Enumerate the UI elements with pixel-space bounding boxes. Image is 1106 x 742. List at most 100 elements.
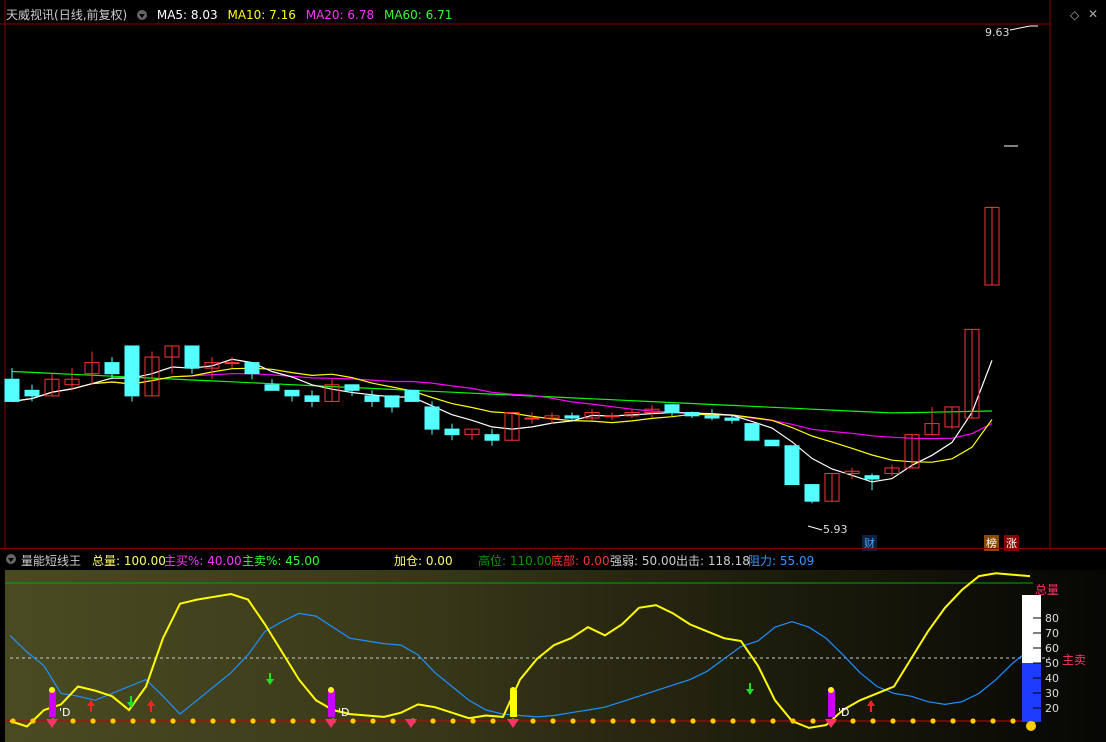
bottom-dot (750, 718, 756, 724)
bottom-dot (10, 718, 16, 724)
period-label: (日线,前复权) (54, 8, 128, 22)
bottom-dot (290, 718, 296, 724)
candle-body (4, 378, 20, 402)
candle-body (724, 417, 740, 421)
bottom-value: 底部: 0.00 (551, 554, 610, 568)
candle-body (424, 406, 440, 430)
candle-body (244, 362, 260, 375)
add-pos-value: 加仓: 0.00 (394, 554, 453, 568)
signal-bar (828, 690, 835, 717)
exit-line (9, 572, 1031, 729)
bottom-dot (470, 718, 476, 724)
signal-bar-cap (328, 687, 334, 693)
bottom-dot (670, 718, 676, 724)
bottom-dot (870, 718, 876, 724)
ma20-label: MA20: 6.78 (305, 8, 375, 22)
signal-bar-cap (828, 687, 834, 693)
gauge-tick-label: 30 (1045, 687, 1059, 700)
gauge-total-label: 总量 (1035, 583, 1059, 597)
bottom-dot (690, 718, 696, 724)
price-chart-panel[interactable]: 9.63 5.93 天威视讯(日线,前复权) MA5: 8.03 MA10: 7… (0, 0, 1106, 551)
total-value: 总量: 100.00 (92, 554, 166, 568)
ma5-label: MA5: 8.03 (156, 8, 218, 22)
sell-pct-value: 主卖%: 45.00 (242, 554, 320, 568)
candle-body (704, 415, 720, 419)
diamond-marker (507, 719, 519, 728)
buy-pct-value: 主买%: 40.00 (164, 554, 242, 568)
bottom-dot (990, 718, 996, 724)
bottom-dot (110, 718, 116, 724)
candle-body (684, 412, 700, 417)
panel-separator (0, 548, 1106, 549)
bottom-dot (490, 718, 496, 724)
bottom-dot (30, 718, 36, 724)
candle-body (264, 384, 280, 391)
bottom-dot (810, 718, 816, 724)
bottom-dot (950, 718, 956, 724)
candle-body (864, 475, 880, 480)
price-chart-svg: 9.63 5.93 (0, 0, 1051, 548)
stock-name: 天威视讯 (6, 8, 55, 22)
down-arrow-icon (746, 683, 754, 695)
up-arrow-icon (87, 700, 95, 712)
candle-body (24, 389, 40, 397)
diamond-marker (405, 719, 417, 728)
indicator-dropdown-icon[interactable] (6, 554, 16, 564)
bottom-dot (550, 718, 556, 724)
bottom-dot (210, 718, 216, 724)
bottom-dot (130, 718, 136, 724)
bottom-dot (850, 718, 856, 724)
candle-body (404, 389, 420, 402)
blue-line-path (9, 612, 1031, 718)
candle-body (224, 362, 240, 365)
gauge-tick-label: 50 (1045, 657, 1059, 670)
d-marker-label: 'D (59, 706, 71, 719)
bottom-dot (710, 718, 716, 724)
bottom-dot (770, 718, 776, 724)
up-arrow-icon (147, 700, 155, 712)
down-arrow-icon (127, 696, 135, 708)
candle-body (484, 434, 500, 441)
low-price-label: 5.93 (823, 523, 848, 536)
diamond-marker (46, 719, 58, 728)
bottom-dot (390, 718, 396, 724)
gauge-tick-label: 20 (1045, 702, 1059, 715)
d-marker-label: 'D (838, 706, 850, 719)
close-icon[interactable]: ✕ (1088, 7, 1098, 21)
high-pos-value: 高位: 110.00 (478, 554, 552, 568)
bottom-dot (170, 718, 176, 724)
signal-bar-cap (49, 687, 55, 693)
candle-body (344, 384, 360, 391)
gauge-tick-label: 60 (1045, 642, 1059, 655)
gauge-tick-label: 70 (1045, 627, 1059, 640)
bottom-dot (190, 718, 196, 724)
candle-body (524, 417, 540, 420)
legend-bar: 天威视讯(日线,前复权) MA5: 8.03 MA10: 7.16 MA20: … (6, 6, 458, 24)
resistance-value: 阻力: 55.09 (748, 554, 815, 568)
candle-body (564, 415, 580, 419)
bottom-dot (350, 718, 356, 724)
bottom-dot (230, 718, 236, 724)
bottom-dot (70, 718, 76, 724)
indicator-chart-svg: 'D 'D 'D 80 70 60 50 40 30 20 总量 主卖 (5, 572, 1086, 731)
high-price-label: 9.63 (985, 26, 1010, 39)
diamond-icon[interactable]: ◇ (1070, 8, 1079, 22)
bottom-dot (430, 718, 436, 724)
strength-line (9, 612, 1031, 718)
legend-dropdown-icon[interactable] (137, 10, 148, 20)
candle-body (444, 428, 460, 436)
candle-body (104, 362, 120, 375)
ma10-label: MA10: 7.16 (227, 8, 296, 22)
bottom-dot (250, 718, 256, 724)
bottom-dot (590, 718, 596, 724)
candle-body (304, 395, 320, 402)
signal-bar (328, 690, 335, 717)
indicator-panel[interactable]: 'D 'D 'D 80 70 60 50 40 30 20 总量 主卖 (5, 570, 1106, 742)
bottom-dot (890, 718, 896, 724)
candle-body (364, 395, 380, 402)
ma60-label: MA60: 6.71 (383, 8, 453, 22)
signal-bar-cap (510, 687, 516, 693)
down-arrow-icon (266, 673, 274, 685)
low-pointer (807, 525, 823, 531)
candle-body (284, 389, 300, 397)
